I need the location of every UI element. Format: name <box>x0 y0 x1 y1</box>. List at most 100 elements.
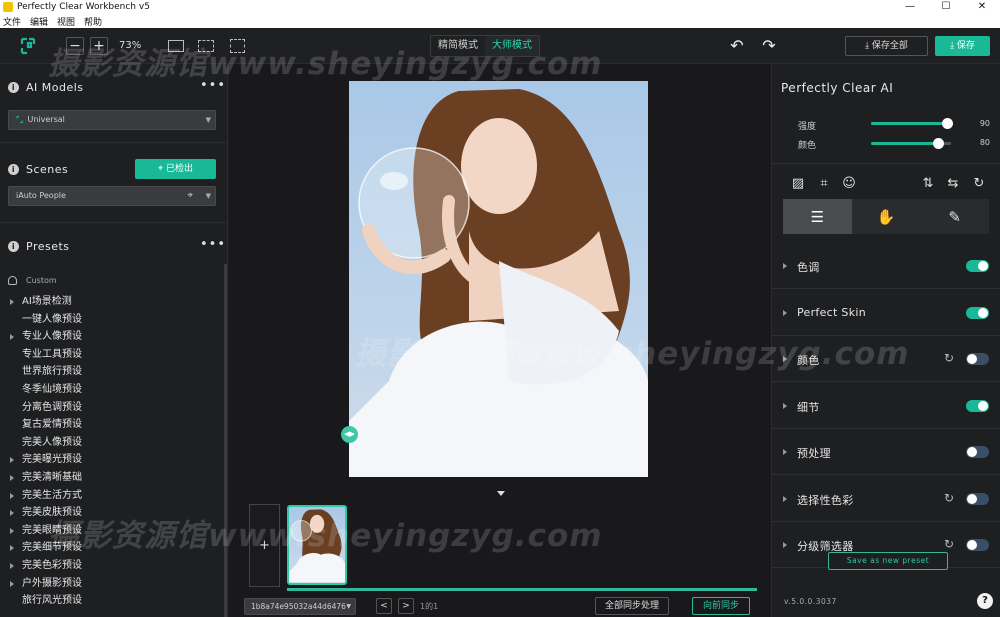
add-image-button[interactable]: + <box>249 504 280 587</box>
reset-icon[interactable]: ↻ <box>944 537 954 551</box>
menu-help[interactable]: 帮助 <box>84 15 102 28</box>
rotate-icon[interactable]: ↻ <box>971 176 987 192</box>
sync-all-button[interactable]: 全部同步处理 <box>595 597 669 615</box>
info-icon[interactable]: i <box>8 82 19 93</box>
preset-item[interactable]: 完美清晰基础 <box>0 469 224 487</box>
strength-slider[interactable] <box>871 118 953 129</box>
preset-item[interactable]: 完美人像预设 <box>0 434 224 452</box>
compare-view-icon[interactable] <box>230 39 245 53</box>
photo-illustration <box>349 89 648 477</box>
color-slider[interactable] <box>871 138 951 149</box>
preset-scrollbar[interactable] <box>224 264 227 617</box>
adjustment-row[interactable]: 细节 <box>772 383 1000 429</box>
main-photo[interactable] <box>349 81 648 477</box>
preset-item[interactable]: 完美生活方式 <box>0 487 224 505</box>
close-icon[interactable]: ✕ <box>964 0 1000 14</box>
strength-slider-knob[interactable] <box>942 118 953 129</box>
preset-item[interactable]: 专业工具预设 <box>0 346 224 364</box>
face-icon[interactable]: ☺ <box>841 176 857 192</box>
preset-item[interactable]: 一键人像预设 <box>0 311 224 329</box>
zoom-in-button[interactable]: + <box>90 37 108 55</box>
chevron-right-icon[interactable] <box>783 542 787 548</box>
single-view-icon[interactable] <box>168 40 184 52</box>
preset-item[interactable]: 完美色彩预设 <box>0 557 224 575</box>
help-icon[interactable]: ? <box>977 593 993 609</box>
adjustment-row[interactable]: 预处理 <box>772 429 1000 475</box>
info-icon[interactable]: i <box>8 164 19 175</box>
chevron-right-icon[interactable] <box>783 402 787 409</box>
ai-models-more-icon[interactable]: ••• <box>200 78 226 93</box>
menu-view[interactable]: 视图 <box>57 15 75 28</box>
flip-horizontal-icon[interactable]: ⇆ <box>945 176 961 192</box>
undo-icon[interactable]: ↶ <box>728 37 746 55</box>
preset-item[interactable]: 旅行风光预设 <box>0 592 224 610</box>
file-select[interactable]: 1b8a74e95032a44d6476 ▼ <box>244 598 356 615</box>
menu-file[interactable]: 文件 <box>3 15 21 28</box>
preset-item[interactable]: 完美曝光预设 <box>0 451 224 469</box>
adjustment-label: 选择性色彩 <box>797 493 854 507</box>
adjustment-toggle[interactable] <box>966 306 989 319</box>
save-preset-button[interactable]: Save as new preset <box>828 552 948 570</box>
prev-image-button[interactable]: < <box>376 598 392 614</box>
adjustment-row[interactable]: Perfect Skin <box>772 290 1000 336</box>
chevron-right-icon[interactable] <box>783 356 787 362</box>
info-icon[interactable]: i <box>8 241 19 252</box>
chevron-right-icon[interactable] <box>783 263 787 269</box>
adjustment-row[interactable]: 选择性色彩 ↻ <box>772 476 1000 522</box>
tab-sliders-icon[interactable]: ☰ <box>783 199 852 234</box>
save-all-button[interactable]: ⤓ 保存全部 <box>845 36 928 56</box>
crosshair-icon[interactable]: ⌖ <box>187 187 193 205</box>
color-slider-knob[interactable] <box>933 138 945 149</box>
sync-forward-button[interactable]: 向前同步 <box>692 597 750 615</box>
preset-item[interactable]: 完美细节预设 <box>0 539 224 557</box>
adjustment-toggle[interactable] <box>966 539 989 551</box>
preset-item[interactable]: 世界旅行预设 <box>0 363 224 381</box>
compare-handle-icon[interactable]: ◀▶ <box>341 426 358 443</box>
scene-select[interactable]: iAuto People ⌖ ▼ <box>8 186 216 206</box>
chevron-right-icon[interactable] <box>783 449 787 455</box>
flip-vertical-icon[interactable]: ⇅ <box>920 176 936 192</box>
preset-item[interactable]: 冬季仙境预设 <box>0 381 224 399</box>
adjustment-toggle[interactable] <box>966 492 989 505</box>
preset-item[interactable]: 复古爱情预设 <box>0 416 224 434</box>
save-button[interactable]: ⤓ 保存 <box>935 36 990 56</box>
app-icon <box>3 2 13 12</box>
preset-item[interactable]: 完美皮肤预设 <box>0 504 224 522</box>
maximize-icon[interactable]: ☐ <box>928 0 964 14</box>
tab-retouch-icon[interactable]: ✋ <box>852 199 921 234</box>
tab-creative-icon[interactable]: ✎ <box>920 199 989 234</box>
split-view-icon[interactable] <box>198 40 214 52</box>
adjustment-toggle[interactable] <box>966 446 989 458</box>
minimize-icon[interactable]: — <box>892 0 928 14</box>
preset-item[interactable]: 专业人像预设 <box>0 328 224 346</box>
preset-user-row[interactable]: Custom <box>8 276 57 285</box>
mode-master-tab[interactable]: 大师模式 <box>485 36 539 56</box>
adjustment-row[interactable]: 颜色 ↻ <box>772 336 1000 382</box>
redo-icon[interactable]: ↷ <box>760 37 778 55</box>
ai-model-select[interactable]: ⌜⌟ Universal ▼ <box>8 110 216 130</box>
crop-icon[interactable]: ⌗ <box>816 176 832 192</box>
menu-edit[interactable]: 编辑 <box>30 15 48 28</box>
filmstrip-track[interactable] <box>287 588 757 591</box>
reset-icon[interactable]: ↻ <box>944 351 954 365</box>
next-image-button[interactable]: > <box>398 598 414 614</box>
adjustment-toggle[interactable] <box>966 260 989 272</box>
reset-icon[interactable]: ↻ <box>944 491 954 505</box>
presets-header: i Presets <box>8 240 70 253</box>
adjustment-row[interactable]: 色调 <box>772 243 1000 289</box>
adjustment-toggle[interactable] <box>966 353 989 365</box>
preset-item[interactable]: 完美眼睛预设 <box>0 522 224 540</box>
mode-simple-tab[interactable]: 精简模式 <box>431 36 485 56</box>
collapse-filmstrip-icon[interactable] <box>497 491 505 496</box>
zoom-out-button[interactable]: − <box>66 37 84 55</box>
thumbnail-image[interactable] <box>287 505 347 585</box>
adjustment-toggle[interactable] <box>966 399 989 412</box>
preset-item[interactable]: 分离色调预设 <box>0 399 224 417</box>
presets-more-icon[interactable]: ••• <box>200 237 226 252</box>
detect-button[interactable]: ⌖ 已检出 <box>135 159 216 179</box>
preset-item[interactable]: AI场景检测 <box>0 293 224 311</box>
preset-item[interactable]: 户外摄影预设 <box>0 575 224 593</box>
chevron-right-icon[interactable] <box>783 495 787 502</box>
chevron-right-icon[interactable] <box>783 309 787 316</box>
image-icon[interactable]: ▨ <box>790 176 806 192</box>
